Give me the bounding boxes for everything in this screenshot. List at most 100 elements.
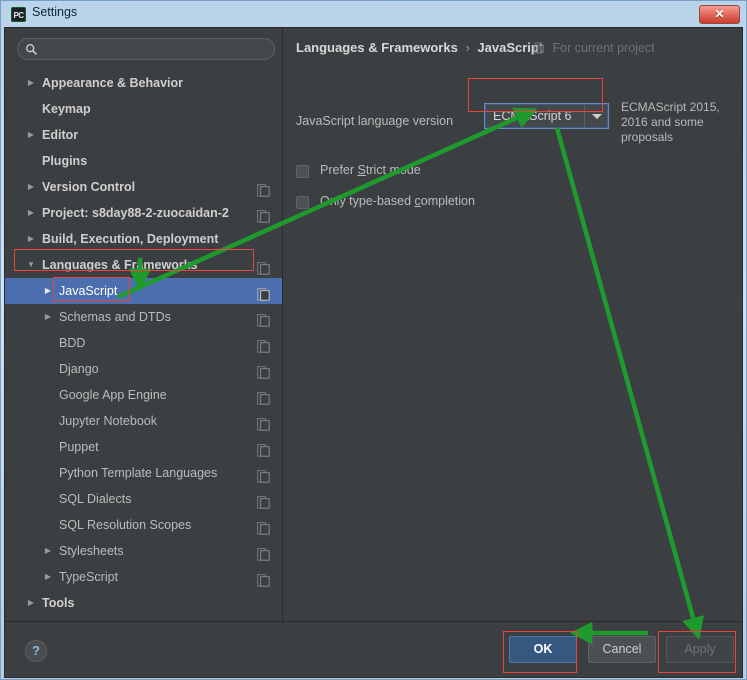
help-icon[interactable]: ? [25,640,47,662]
scope-indicator[interactable]: For current project [534,41,655,59]
chevron-right-icon [42,330,54,356]
sidebar-item-sql-dialects[interactable]: SQL Dialects [5,486,282,512]
sidebar-item-label: Jupyter Notebook [59,414,157,428]
module-scope-icon [257,206,270,223]
sidebar-item-stylesheets[interactable]: ▶ Stylesheets [5,538,282,564]
sidebar-item-puppet[interactable]: Puppet [5,434,282,460]
window-titlebar: PC Settings ✕ [1,1,746,27]
chevron-right-icon [25,96,37,122]
language-version-value: ECMAScript 6 [493,109,572,123]
chevron-right-icon[interactable]: ▶ [25,200,37,226]
chevron-right-icon[interactable]: ▶ [42,304,54,330]
checkbox-box[interactable] [296,196,309,209]
checkbox-mnemonic: S [357,163,366,177]
checkbox-label-pre: Only type-based [320,194,415,208]
sidebar-item-label: TypeScript [59,570,119,584]
chevron-right-icon [42,434,54,460]
checkbox-box[interactable] [296,165,309,178]
module-scope-icon [257,336,270,353]
module-scope-icon [257,440,270,457]
sidebar-item-python-template-languages[interactable]: Python Template Languages [5,460,282,486]
sidebar-item-label: Stylesheets [59,544,124,558]
sidebar-item-plugins[interactable]: Plugins [5,148,282,174]
chevron-right-icon[interactable]: ▶ [25,70,37,96]
sidebar-item-label: Version Control [42,180,136,194]
chevron-right-icon [42,356,54,382]
sidebar-item-bdd[interactable]: BDD [5,330,282,356]
language-version-dropdown[interactable]: ECMAScript 6 [484,103,609,129]
breadcrumb-parent[interactable]: Languages & Frameworks [296,40,458,55]
sidebar-item-editor[interactable]: ▶ Editor [5,122,282,148]
search-input[interactable] [42,39,270,59]
sidebar-item-label: Google App Engine [59,388,167,402]
sidebar-item-appearance-behavior[interactable]: ▶ Appearance & Behavior [5,70,282,96]
chevron-right-icon[interactable]: ▶ [42,278,54,304]
sidebar-item-label: Languages & Frameworks [42,258,198,272]
pycharm-icon: PC [11,7,26,22]
close-icon[interactable]: ✕ [699,5,740,24]
chevron-down-icon[interactable] [584,104,608,128]
chevron-right-icon[interactable]: ▶ [25,174,37,200]
language-version-label: JavaScript language version [296,114,454,128]
sidebar-item-label: Puppet [59,440,99,454]
checkbox-label-post: ompletion [420,194,475,208]
sidebar-item-django[interactable]: Django [5,356,282,382]
breadcrumb-separator: › [465,40,470,55]
sidebar-item-typescript[interactable]: ▶ TypeScript [5,564,282,590]
scope-label: For current project [552,41,655,55]
sidebar-item-jupyter-notebook[interactable]: Jupyter Notebook [5,408,282,434]
sidebar-item-label: Django [59,362,99,376]
module-scope-icon [257,492,270,509]
sidebar-item-sql-resolution-scopes[interactable]: SQL Resolution Scopes [5,512,282,538]
sidebar-item-label: Python Template Languages [59,466,218,480]
sidebar-item-google-app-engine[interactable]: Google App Engine [5,382,282,408]
sidebar-item-project-s8day88-2-zuocaidan-2[interactable]: ▶ Project: s8day88-2-zuocaidan-2 [5,200,282,226]
search-box[interactable] [17,38,275,60]
module-scope-icon [257,518,270,535]
chevron-right-icon [42,382,54,408]
sidebar-item-label: Schemas and DTDs [59,310,171,324]
checkbox-label-pre: Prefer [320,163,358,177]
settings-dialog: ▶ Appearance & Behavior Keymap ▶ Editor Plugi… [4,27,743,678]
sidebar-item-label: Keymap [42,102,91,116]
settings-detail-pane: Languages & Frameworks › JavaScript For … [284,28,742,621]
chevron-right-icon[interactable]: ▶ [42,564,54,590]
module-scope-icon [257,570,270,587]
module-scope-icon [257,544,270,561]
checkbox-label-post: trict mode [365,163,421,177]
sidebar-item-schemas-and-dtds[interactable]: ▶ Schemas and DTDs [5,304,282,330]
sidebar-item-keymap[interactable]: Keymap [5,96,282,122]
module-scope-icon [257,180,270,197]
chevron-down-icon[interactable]: ▼ [25,252,37,278]
chevron-right-icon [42,408,54,434]
sidebar-item-javascript[interactable]: ▶ JavaScript [5,278,282,304]
ok-button[interactable]: OK [509,636,577,663]
search-icon [26,44,37,55]
apply-button[interactable]: Apply [666,636,734,663]
module-scope-icon [257,466,270,483]
chevron-right-icon[interactable]: ▶ [25,226,37,252]
chevron-right-icon [42,460,54,486]
sidebar-item-label: JavaScript [59,284,118,298]
module-scope-icon [257,310,270,327]
module-scope-icon [257,414,270,431]
sidebar-item-tools[interactable]: ▶ Tools [5,590,282,616]
sidebar-item-build-execution-deployment[interactable]: ▶ Build, Execution, Deployment [5,226,282,252]
window-title: Settings [32,5,78,19]
module-scope-icon [257,284,270,301]
chevron-right-icon[interactable]: ▶ [25,590,37,616]
dialog-footer: ? OK Cancel Apply [5,621,742,677]
sidebar-item-label: Tools [42,596,75,610]
language-version-hint: ECMAScript 2015, 2016 and some proposals [621,100,720,144]
cancel-button[interactable]: Cancel [588,636,656,663]
chevron-right-icon[interactable]: ▶ [42,538,54,564]
breadcrumb: Languages & Frameworks › JavaScript [296,40,543,58]
module-scope-icon [534,42,544,54]
chevron-right-icon [42,486,54,512]
sidebar-item-version-control[interactable]: ▶ Version Control [5,174,282,200]
sidebar-item-languages-frameworks[interactable]: ▼ Languages & Frameworks [5,252,282,278]
sidebar-item-label: BDD [59,336,86,350]
settings-tree[interactable]: ▶ Appearance & Behavior Keymap ▶ Editor Plugi… [5,70,282,618]
sidebar-item-label: Editor [42,128,79,142]
chevron-right-icon[interactable]: ▶ [25,122,37,148]
